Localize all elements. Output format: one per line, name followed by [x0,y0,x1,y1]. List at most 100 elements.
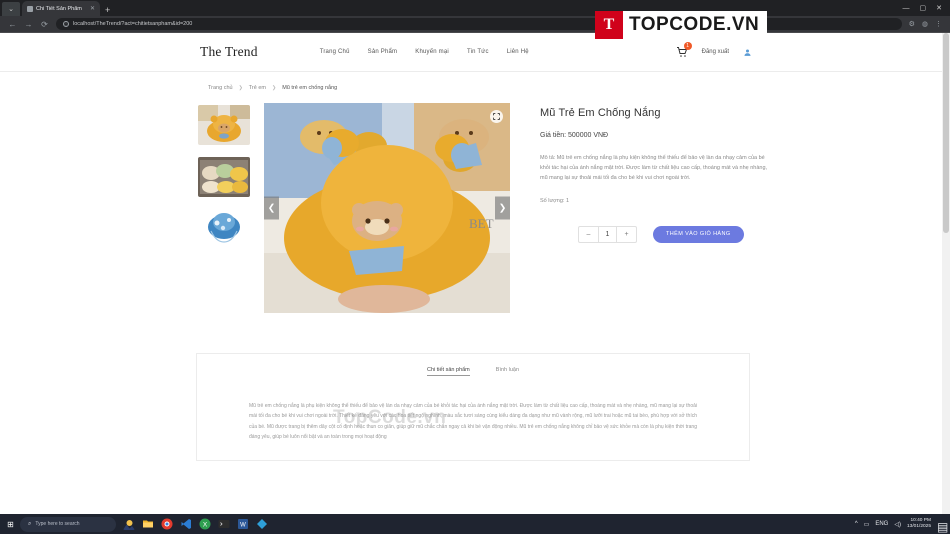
browser-tab[interactable]: Chi Tiết Sản Phẩm ✕ [22,1,100,16]
main-navigation: Trang Chủ Sản Phẩm Khuyến mại Tin Tức Li… [320,49,529,55]
tab-list-button[interactable]: ⌄ [2,2,20,16]
product-info: Mũ Trẻ Em Chống Nắng Giá tiền: 500000 VN… [524,103,774,313]
topcode-logo-word: TOPCODE [629,14,727,35]
profile-icon[interactable]: ◍ [922,20,928,28]
topcode-logo-text: TOPCODE.VN [623,14,759,36]
site-info-icon[interactable]: ⓘ [63,21,69,27]
product-detail-panel: Chi tiết sản phẩm Bình luận Mũ trẻ em ch… [196,353,750,461]
window-controls: — ▢ ✕ [903,0,950,16]
nav-item-news[interactable]: Tin Tức [467,49,489,55]
breadcrumb: Trang chủ ❯ Trẻ em ❯ Mũ trẻ em chống nắn… [0,72,950,91]
taskbar-terminal-icon[interactable] [218,518,230,530]
gallery-zoom-button[interactable] [490,110,503,123]
product-gallery[interactable]: BET ❮ ❯ [264,103,510,313]
add-to-cart-button[interactable]: THÊM VÀO GIỎ HÀNG [653,225,744,243]
network-icon[interactable]: ▭ [864,521,870,528]
user-icon[interactable] [743,48,752,57]
product-title: Mũ Trẻ Em Chống Nắng [540,107,661,119]
breadcrumb-category[interactable]: Trẻ em [249,85,266,91]
taskbar-search[interactable]: ⌕ Type here to search [20,516,116,532]
taskbar-weather-icon[interactable] [123,518,135,530]
taskbar-chrome-icon[interactable] [161,518,173,530]
site-header: The Trend Trang Chủ Sản Phẩm Khuyến mại … [0,33,950,72]
taskbar-vscode-icon[interactable] [180,518,192,530]
topcode-logo-tld: .VN [726,14,760,35]
windows-taskbar: ⊞ ⌕ Type here to search X W ^ ▭ ENG ◁) 1… [0,514,950,534]
volume-icon[interactable]: ◁) [894,521,901,528]
page-scrollbar[interactable] [942,33,950,514]
nav-item-home[interactable]: Trang Chủ [320,49,350,55]
chevron-right-icon: ❯ [238,85,243,91]
scrollbar-thumb[interactable] [943,33,949,233]
nav-item-promotions[interactable]: Khuyến mại [415,49,449,55]
quantity-increment-button[interactable]: + [617,227,636,242]
window-close-icon[interactable]: ✕ [936,4,942,12]
thumbnail-yellow-bear-hat[interactable] [198,105,250,145]
detail-tabs: Chi tiết sản phẩm Bình luận [197,354,749,385]
thumbnail-blue-camo-hat[interactable] [198,209,250,249]
browser-window: ⌄ Chi Tiết Sản Phẩm ✕ + — ▢ ✕ ← → ⟳ ⓘ lo… [0,0,950,534]
product-price: Giá tiền: 500000 VNĐ [540,132,609,139]
minimize-icon[interactable]: — [903,5,910,12]
address-bar[interactable]: ⓘ localhost/TheTrend/?act=chitietsanpham… [56,18,902,30]
notification-center-icon[interactable]: ▤ [937,520,948,534]
tray-expand-icon[interactable]: ^ [855,521,858,527]
nav-item-contact[interactable]: Liên Hệ [507,49,529,55]
taskbar-store-icon[interactable] [256,518,268,530]
forward-icon[interactable]: → [24,20,33,29]
svg-text:BET: BET [469,216,494,231]
gallery-prev-button[interactable]: ❮ [264,196,279,220]
expand-icon [493,113,500,120]
topcode-badge-icon: T [595,11,623,39]
close-icon[interactable]: ✕ [90,5,95,12]
address-bar-url: localhost/TheTrend/?act=chitietsanpham&i… [73,21,193,27]
gallery-next-button[interactable]: ❯ [495,196,510,220]
quantity-stepper[interactable]: – 1 + [578,225,637,243]
thumbnail-color-variants[interactable] [198,157,250,197]
browser-menu-icon[interactable]: ⋮ [935,20,942,28]
toolbar-right-actions: ⚙ ◍ ⋮ [909,20,942,28]
product-quantity-label: Số lượng: 1 [540,197,569,204]
product-main-image: BET [264,103,510,313]
browser-tabstrip: ⌄ Chi Tiết Sản Phẩm ✕ + — ▢ ✕ [0,0,950,16]
new-tab-button[interactable]: + [100,6,115,16]
start-button-icon[interactable]: ⊞ [3,517,18,532]
back-icon[interactable]: ← [8,20,17,29]
taskbar-file-explorer-icon[interactable] [142,518,154,530]
taskbar-app-icons: X W [123,518,268,530]
header-actions: 1 Đăng xuất [676,42,752,58]
tab-product-detail[interactable]: Chi tiết sản phẩm [426,367,470,376]
tab-title: Chi Tiết Sản Phẩm [36,5,82,12]
quantity-value[interactable]: 1 [598,226,617,242]
system-tray: ^ ▭ ENG ◁) 10:40 PM 13/01/2025 ▤ [855,518,949,534]
cart-count-badge: 1 [683,42,692,50]
taskbar-word-icon[interactable]: W [237,518,249,530]
page-viewport: The Trend Trang Chủ Sản Phẩm Khuyến mại … [0,33,950,514]
product-section: BET ❮ ❯ Mũ Trẻ Em Chống Nắng Giá tiền: 5… [0,91,950,313]
breadcrumb-current: Mũ trẻ em chống nắng [282,85,338,91]
extensions-icon[interactable]: ⚙ [909,20,915,28]
taskbar-search-placeholder: Type here to search [35,521,80,527]
topcode-logo-overlay: T TOPCODE.VN [595,11,767,39]
taskbar-clock[interactable]: 10:40 PM 13/01/2025 [907,518,931,529]
site-brand[interactable]: The Trend [200,44,258,60]
tab-comments[interactable]: Bình luận [496,367,519,376]
nav-item-products[interactable]: Sản Phẩm [368,49,398,55]
language-icon[interactable]: ENG [875,521,888,527]
page-favicon [27,5,33,12]
clock-date: 13/01/2025 [906,524,931,529]
taskbar-xampp-icon[interactable]: X [199,518,211,530]
quantity-decrement-button[interactable]: – [579,227,598,242]
detail-panel-body: Mũ trẻ em chống nắng là phụ kiện không t… [249,403,697,440]
purchase-controls: – 1 + THÊM VÀO GIỎ HÀNG [540,225,774,243]
chevron-right-icon: ❯ [271,85,277,91]
maximize-icon[interactable]: ▢ [920,4,927,12]
product-short-description: Mô tả: Mũ trẻ em chống nắng là phụ kiện … [540,155,768,182]
thumbnail-list [198,103,250,313]
logout-button[interactable]: Đăng xuất [702,49,729,55]
svg-text:X: X [203,522,208,529]
breadcrumb-home[interactable]: Trang chủ [208,85,233,91]
svg-text:W: W [240,523,246,529]
cart-button[interactable]: 1 [676,42,692,58]
reload-icon[interactable]: ⟳ [40,20,49,29]
